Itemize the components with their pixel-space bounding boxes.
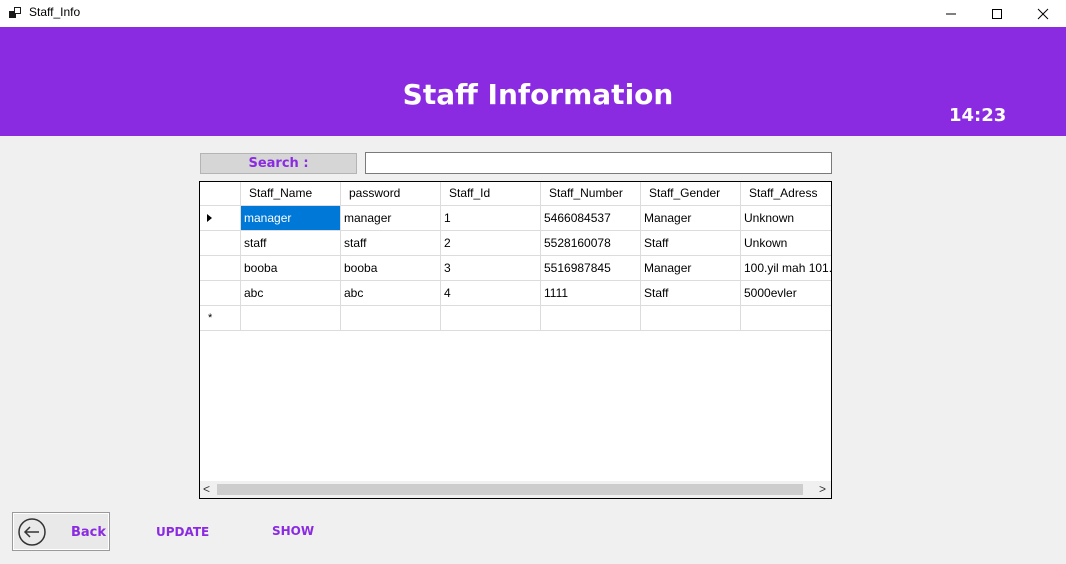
maximize-button[interactable] — [974, 0, 1020, 27]
row-header[interactable] — [200, 206, 241, 231]
row-header[interactable] — [200, 256, 241, 281]
search-input[interactable] — [365, 152, 832, 174]
new-row-cell[interactable] — [741, 306, 831, 331]
table-cell[interactable]: 5516987845 — [541, 256, 641, 281]
scroll-left-arrow[interactable]: < — [203, 481, 210, 498]
app-icon — [9, 7, 21, 19]
close-icon — [1037, 8, 1049, 19]
window-title: Staff_Info — [29, 5, 81, 19]
table-cell[interactable]: staff — [341, 231, 441, 256]
new-row-cell[interactable] — [541, 306, 641, 331]
table-cell[interactable]: 1 — [441, 206, 541, 231]
column-header-staff-gender[interactable]: Staff_Gender — [641, 182, 741, 206]
window-titlebar: Staff_Info — [0, 0, 1066, 27]
table-cell[interactable]: booba — [341, 256, 441, 281]
back-arrow-icon — [18, 518, 46, 546]
row-header[interactable] — [200, 281, 241, 306]
new-row-cell[interactable] — [641, 306, 741, 331]
minimize-button[interactable] — [928, 0, 974, 27]
column-header-staff-adress[interactable]: Staff_Adress — [741, 182, 831, 206]
table-cell[interactable]: 1111 — [541, 281, 641, 306]
table-cell[interactable]: Manager — [641, 206, 741, 231]
table-cell[interactable]: manager — [241, 206, 341, 231]
new-row[interactable]: * — [200, 306, 831, 331]
scroll-right-arrow[interactable]: > — [819, 481, 826, 498]
table-cell[interactable]: staff — [241, 231, 341, 256]
staff-data-grid[interactable]: Staff_Name password Staff_Id Staff_Number St… — [199, 181, 832, 499]
table-cell[interactable]: abc — [341, 281, 441, 306]
column-header-staff-name[interactable]: Staff_Name — [241, 182, 341, 206]
table-row[interactable]: staff staff 2 5528160078 Staff Unkown — [200, 231, 831, 256]
search-label: Search : — [200, 153, 357, 174]
row-header[interactable] — [200, 231, 241, 256]
scrollbar-thumb[interactable] — [217, 484, 803, 495]
new-row-cell[interactable] — [241, 306, 341, 331]
current-row-indicator-icon — [207, 214, 212, 222]
table-cell[interactable]: abc — [241, 281, 341, 306]
column-header-password[interactable]: password — [341, 182, 441, 206]
table-cell[interactable]: manager — [341, 206, 441, 231]
horizontal-scrollbar[interactable]: < > — [200, 481, 831, 498]
table-cell[interactable]: 5466084537 — [541, 206, 641, 231]
grid-corner-header[interactable] — [200, 182, 241, 206]
column-header-staff-number[interactable]: Staff_Number — [541, 182, 641, 206]
table-cell[interactable]: 5000evler — [741, 281, 831, 306]
column-header-staff-id[interactable]: Staff_Id — [441, 182, 541, 206]
header-banner: Staff Information 14:23 — [0, 27, 1066, 136]
table-cell[interactable]: Manager — [641, 256, 741, 281]
table-cell[interactable]: Unknown — [741, 206, 831, 231]
table-cell[interactable]: 4 — [441, 281, 541, 306]
table-row[interactable]: booba booba 3 5516987845 Manager 100.yil mah … — [200, 256, 831, 281]
grid-header-row[interactable]: Staff_Name password Staff_Id Staff_Number St… — [200, 182, 831, 207]
maximize-icon — [992, 8, 1002, 19]
table-cell[interactable]: Staff — [641, 231, 741, 256]
table-cell[interactable]: 5528160078 — [541, 231, 641, 256]
page-title: Staff Information — [402, 78, 674, 111]
table-cell[interactable]: Staff — [641, 281, 741, 306]
table-cell[interactable]: 2 — [441, 231, 541, 256]
table-cell[interactable]: booba — [241, 256, 341, 281]
show-button[interactable]: SHOW — [272, 524, 314, 538]
new-row-cell[interactable] — [341, 306, 441, 331]
back-button[interactable]: Back — [12, 512, 110, 551]
back-label: Back — [71, 525, 107, 540]
table-cell[interactable]: 3 — [441, 256, 541, 281]
new-row-header[interactable]: * — [200, 306, 241, 331]
table-row[interactable]: abc abc 4 1111 Staff 5000evler — [200, 281, 831, 306]
clock-label: 14:23 — [949, 105, 1007, 126]
minimize-icon — [946, 13, 956, 14]
close-button[interactable] — [1020, 0, 1066, 27]
table-row[interactable]: manager manager 1 5466084537 Manager Unknown — [200, 206, 831, 231]
table-cell[interactable]: Unkown — [741, 231, 831, 256]
new-row-cell[interactable] — [441, 306, 541, 331]
update-button[interactable]: UPDATE — [156, 525, 209, 539]
new-row-marker: * — [208, 312, 213, 324]
table-cell[interactable]: 100.yil mah 101.. — [741, 256, 831, 281]
